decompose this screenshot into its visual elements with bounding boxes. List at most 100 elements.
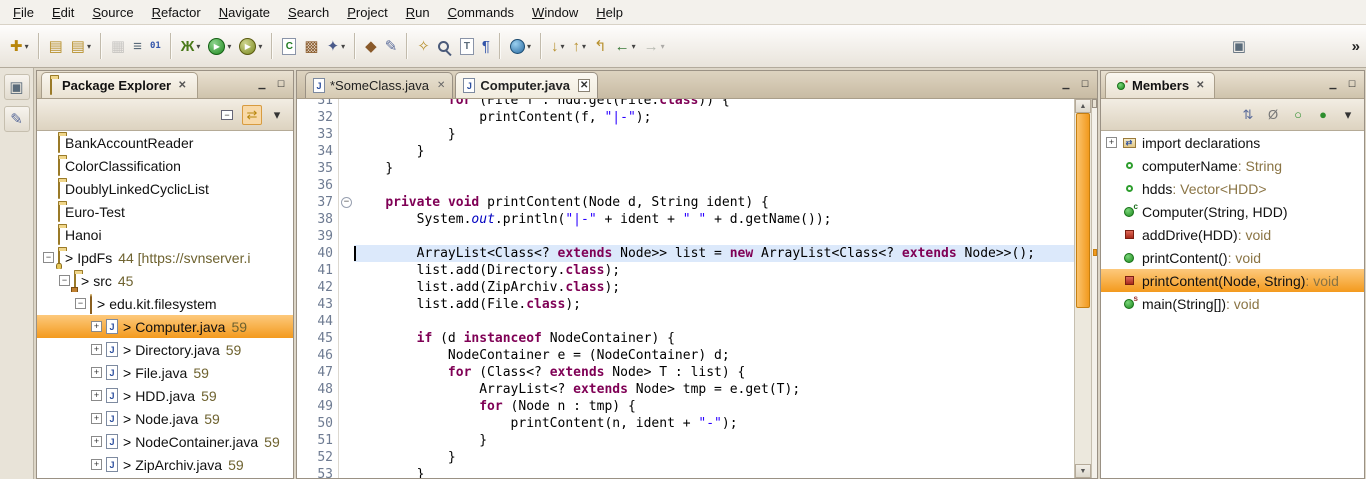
annotation-ruler-cell[interactable]	[297, 262, 311, 279]
dropdown-arrow-icon[interactable]: ▾	[196, 42, 200, 51]
next-annotation-button[interactable]: ↓▾	[547, 31, 569, 61]
dropdown-arrow-icon[interactable]: ▾	[582, 42, 586, 51]
previous-annotation-button[interactable]: ↑▾	[568, 31, 590, 61]
hide-static-icon[interactable]: Ø	[1263, 105, 1283, 125]
collapse-icon[interactable]: −	[43, 252, 54, 263]
run-coverage-button[interactable]: ▶▾	[235, 31, 266, 61]
code-text[interactable]: list.add(ZipArchiv.class);	[354, 279, 1074, 296]
member-item-adddrive-hdd[interactable]: addDrive(HDD) : void	[1101, 223, 1364, 246]
java-search-button[interactable]	[434, 31, 456, 61]
code-text[interactable]: }	[354, 449, 1074, 466]
editor-vertical-scrollbar[interactable]: ▲ ▼	[1074, 99, 1091, 478]
annotation-ruler-cell[interactable]	[297, 160, 311, 177]
annotation-ruler-cell[interactable]	[297, 296, 311, 313]
tree-item-computer-java[interactable]: +J>Computer.java59	[37, 315, 293, 338]
annotation-ruler-cell[interactable]	[297, 228, 311, 245]
new-java-element-button[interactable]: ✦▾	[323, 31, 350, 61]
annotation-ruler-cell[interactable]	[297, 364, 311, 381]
fast-view-restore-1-button[interactable]: ▣	[4, 74, 30, 100]
tree-item-edu-kit-filesystem[interactable]: −>edu.kit.filesystem	[37, 292, 293, 315]
dropdown-arrow-icon[interactable]: ▾	[560, 42, 564, 51]
member-item-printcontent-node-string[interactable]: printContent(Node, String) : void	[1101, 269, 1364, 292]
collapse-all-icon[interactable]: −	[217, 105, 237, 125]
annotation-ruler-cell[interactable]	[297, 398, 311, 415]
scroll-up-icon[interactable]: ▲	[1075, 99, 1091, 113]
code-text[interactable]: list.add(File.class);	[354, 296, 1074, 313]
dropdown-arrow-icon[interactable]: ▾	[227, 42, 231, 51]
show-whitespace-button[interactable]: ¶	[478, 31, 494, 61]
annotation-ruler-cell[interactable]	[297, 432, 311, 449]
annotation-ruler-cell[interactable]	[297, 279, 311, 296]
minimize-icon[interactable]: ▁	[1058, 76, 1074, 92]
expand-icon[interactable]: +	[91, 459, 102, 470]
menu-project[interactable]: Project	[338, 2, 396, 23]
save-button[interactable]: ▦	[107, 31, 129, 61]
close-tab-icon[interactable]: ✕	[437, 80, 445, 91]
expand-icon[interactable]: +	[91, 436, 102, 447]
menu-commands[interactable]: Commands	[439, 2, 523, 23]
code-text[interactable]: list.add(Directory.class);	[354, 262, 1074, 279]
member-item-import-declarations[interactable]: +⇄import declarations	[1101, 131, 1364, 154]
expand-icon[interactable]: +	[91, 367, 102, 378]
code-text[interactable]	[354, 313, 1074, 330]
annotation-ruler-cell[interactable]	[297, 99, 311, 109]
annotation-ruler-cell[interactable]	[297, 245, 311, 262]
tree-item-ipdfs[interactable]: −>IpdFs44 [https://svnserver.i	[37, 246, 293, 269]
code-text[interactable]: ArrayList<Class<? extends Node>> list = …	[354, 245, 1074, 262]
tree-item-directory-java[interactable]: +J>Directory.java59	[37, 338, 293, 361]
menu-navigate[interactable]: Navigate	[210, 2, 279, 23]
new-from-template-button[interactable]: ▤▾	[67, 31, 95, 61]
menu-edit[interactable]: Edit	[43, 2, 83, 23]
code-text[interactable]	[354, 177, 1074, 194]
annotation-ruler-cell[interactable]	[297, 177, 311, 194]
code-text[interactable]: }	[354, 160, 1074, 177]
dropdown-arrow-icon[interactable]: ▾	[25, 42, 29, 51]
tree-item-colorclassification[interactable]: ColorClassification	[37, 154, 293, 177]
annotation-ruler-cell[interactable]	[297, 313, 311, 330]
tree-item-doublylinkedcycliclist[interactable]: DoublyLinkedCyclicList	[37, 177, 293, 200]
menu-search[interactable]: Search	[279, 2, 338, 23]
member-item-computer-string-hdd[interactable]: cComputer(String, HDD)	[1101, 200, 1364, 223]
maximize-icon[interactable]: ☐	[1344, 76, 1360, 92]
maximize-icon[interactable]: ☐	[273, 76, 289, 92]
hide-fields-icon[interactable]: ○	[1288, 105, 1308, 125]
occurrence-marker[interactable]	[1093, 249, 1097, 256]
menu-help[interactable]: Help	[587, 2, 632, 23]
member-item-hdds[interactable]: hdds : Vector<HDD>	[1101, 177, 1364, 200]
hide-non-public-icon[interactable]: ●	[1313, 105, 1333, 125]
export-jar-button[interactable]: ◆	[361, 31, 381, 61]
package-explorer-tab[interactable]: Package Explorer ✕	[41, 72, 198, 98]
menu-refactor[interactable]: Refactor	[143, 2, 210, 23]
annotation-ruler-cell[interactable]	[297, 466, 311, 478]
show-source-of-element-button[interactable]: T	[456, 31, 478, 61]
build-all-button[interactable]: 01	[146, 31, 165, 61]
code-text[interactable]: }	[354, 143, 1074, 160]
expand-icon[interactable]: +	[91, 321, 102, 332]
open-type-button[interactable]: ✧	[413, 31, 434, 61]
members-tab[interactable]: ▪ Members ✕	[1105, 72, 1215, 98]
expand-icon[interactable]: +	[91, 413, 102, 424]
menu-run[interactable]: Run	[397, 2, 439, 23]
tree-item-src[interactable]: −>src45	[37, 269, 293, 292]
close-view-icon[interactable]: ✕	[176, 79, 188, 92]
open-web-browser-button[interactable]: ▾	[506, 31, 535, 61]
editor-tab-computer-java[interactable]: JComputer.java✕	[455, 72, 598, 98]
dropdown-arrow-icon[interactable]: ▾	[632, 42, 636, 51]
tree-item-ziparchiv-java[interactable]: +J>ZipArchiv.java59	[37, 453, 293, 476]
maximize-icon[interactable]: ☐	[1077, 76, 1093, 92]
expand-icon[interactable]: +	[1106, 137, 1117, 148]
last-edit-location-button[interactable]: ↰	[590, 31, 611, 61]
expand-icon[interactable]: +	[91, 344, 102, 355]
code-text[interactable]: System.out.println("|-" + ident + " " + …	[354, 211, 1074, 228]
scrollbar-thumb[interactable]	[1076, 113, 1090, 308]
menu-file[interactable]: File	[4, 2, 43, 23]
menu-window[interactable]: Window	[523, 2, 587, 23]
link-with-editor-icon[interactable]: ⇄	[242, 105, 262, 125]
code-text[interactable]: for (Class<? extends Node> T : list) {	[354, 364, 1074, 381]
annotation-ruler-cell[interactable]	[297, 415, 311, 432]
minimize-icon[interactable]: ▁	[254, 76, 270, 92]
annotation-ruler-cell[interactable]	[297, 126, 311, 143]
debug-button[interactable]: Ж▾	[177, 31, 205, 61]
tree-item-euro-test[interactable]: Euro-Test	[37, 200, 293, 223]
open-resource-button[interactable]: ▤	[45, 31, 67, 61]
